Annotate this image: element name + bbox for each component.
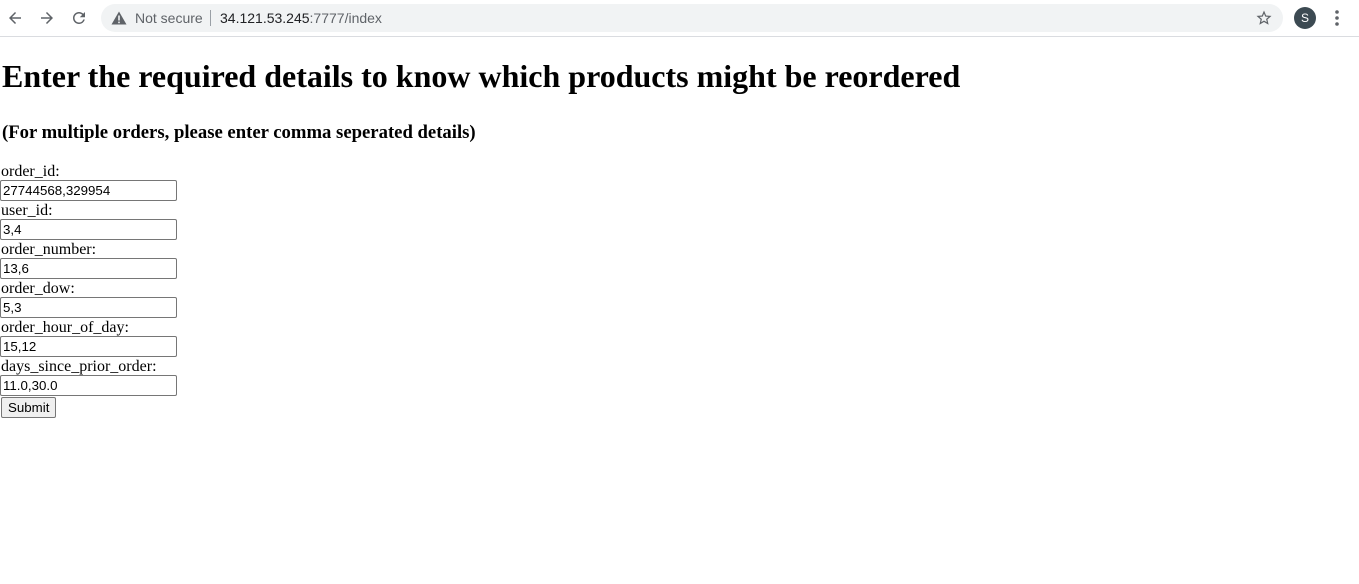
vertical-dots-icon[interactable] [1329,8,1345,28]
url-text[interactable]: 34.121.53.245:7777/index [220,10,382,26]
user-id-input[interactable] [0,219,177,240]
order-hour-of-day-input[interactable] [0,336,177,357]
url-path: :7777/index [309,10,382,26]
address-divider [210,10,211,26]
page-content: Enter the required details to know which… [0,37,1359,418]
user-id-label: user_id: [1,202,53,219]
security-label[interactable]: Not secure [135,10,203,26]
reload-button[interactable] [67,6,91,30]
days-since-prior-order-label: days_since_prior_order: [1,358,157,375]
submit-button[interactable]: Submit [1,397,57,418]
order-details-form: order_id: user_id: order_number: order_d… [0,163,1359,418]
order-dow-input[interactable] [0,297,177,318]
back-button[interactable] [3,6,27,30]
order-id-label: order_id: [1,163,60,180]
reload-icon [73,11,85,24]
warning-triangle-icon[interactable] [111,11,127,25]
order-id-input[interactable] [0,180,177,201]
page-subheading: (For multiple orders, please enter comma… [2,122,476,143]
order-dow-label: order_dow: [1,280,75,297]
profile-avatar[interactable]: S [1294,7,1316,29]
page-heading: Enter the required details to know which… [2,58,961,94]
days-since-prior-order-input[interactable] [0,375,177,396]
order-number-input[interactable] [0,258,177,279]
star-icon[interactable] [1255,9,1273,27]
forward-button[interactable] [35,6,59,30]
order-number-label: order_number: [1,241,97,258]
order-hour-of-day-label: order_hour_of_day: [1,319,129,336]
url-host: 34.121.53.245 [220,10,310,26]
browser-toolbar: Not secure 34.121.53.245:7777/index S [0,0,1359,37]
address-bar[interactable]: Not secure 34.121.53.245:7777/index [101,4,1283,32]
forward-arrow-icon [41,12,53,24]
back-arrow-icon [9,12,21,24]
